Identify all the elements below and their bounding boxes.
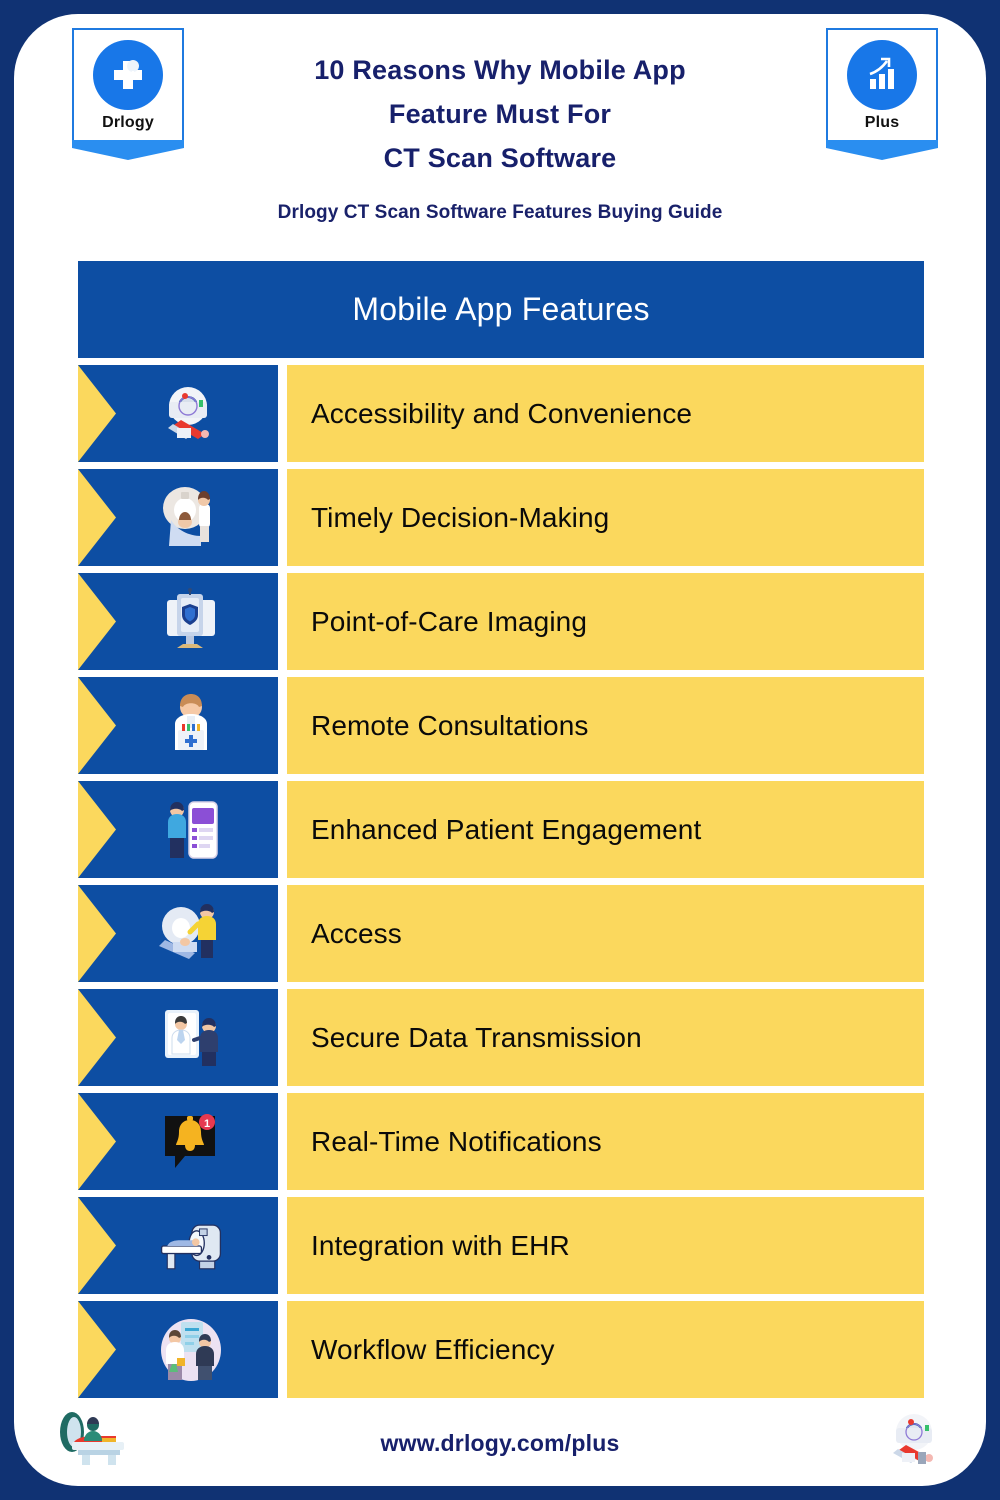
row-label: Point-of-Care Imaging [311,605,588,637]
footer-url[interactable]: www.drlogy.com/plus [381,1430,620,1457]
ct-scanner-technician-icon [154,481,228,555]
chevron-right-icon [78,1197,116,1294]
badge-body: Drlogy [72,28,184,140]
row-icon-cell [78,781,278,878]
row-label: Access [311,917,402,949]
medical-cross-stethoscope-icon [93,40,163,110]
row-icon-cell [78,469,278,566]
row-label-cell: Real-Time Notifications [287,1093,924,1190]
row-icon-cell [78,989,278,1086]
table-row[interactable]: Enhanced Patient Engagement [78,781,924,878]
row-icon-cell: 1 [78,1093,278,1190]
row-icon-cell [78,1197,278,1294]
row-icon-cell [78,677,278,774]
row-icon-cell [78,885,278,982]
brand-badge-drlogy: Drlogy [72,28,184,166]
brand-badge-plus: Plus [826,28,938,166]
chevron-right-icon [78,781,116,878]
telemedicine-screen-icon [154,1001,228,1075]
chevron-right-icon [78,677,116,774]
mri-machine-patient-icon [154,1209,228,1283]
svg-text:1: 1 [204,1118,210,1130]
row-label-cell: Enhanced Patient Engagement [287,781,924,878]
row-icon-cell [78,1301,278,1398]
badge-label-plus: Plus [864,114,900,131]
row-label-cell: Remote Consultations [287,677,924,774]
row-label: Remote Consultations [311,709,589,741]
row-label-cell: Integration with EHR [287,1197,924,1294]
ct-scan-patient-table-icon [56,1408,146,1468]
badge-body: Plus [826,28,938,140]
table-row[interactable]: Timely Decision-Making [78,469,924,566]
row-label: Real-Time Notifications [311,1125,602,1157]
row-label-cell: Point-of-Care Imaging [287,573,924,670]
page-subtitle: Drlogy CT Scan Software Features Buying … [277,202,723,223]
features-table: Mobile App Features Accessibility and Co… [14,261,986,1398]
chevron-right-icon [78,885,116,982]
chevron-right-icon [78,1093,116,1190]
table-header: Mobile App Features [78,261,924,358]
row-label-cell: Timely Decision-Making [287,469,924,566]
chevron-right-icon [78,573,116,670]
table-row[interactable]: 1 Real-Time Notifications [78,1093,924,1190]
row-label: Timely Decision-Making [311,501,610,533]
row-label: Workflow Efficiency [311,1333,555,1365]
chevron-right-icon [78,365,116,462]
mobile-app-patient-icon [154,793,228,867]
badge-ribbon [826,140,938,166]
table-row[interactable]: Remote Consultations [78,677,924,774]
row-label: Enhanced Patient Engagement [311,813,702,845]
header: Drlogy Plus 10 Reasons Why Mobile App Fe… [14,14,986,244]
doctor-medical-kit-icon [154,689,228,763]
infographic-card: Drlogy Plus 10 Reasons Why Mobile App Fe… [14,14,986,1486]
infographic-page: Drlogy Plus 10 Reasons Why Mobile App Fe… [0,0,1000,1500]
chevron-right-icon [78,469,116,566]
row-label-cell: Accessibility and Convenience [287,365,924,462]
ct-scanner-isometric-icon [870,1408,954,1470]
table-row[interactable]: Point-of-Care Imaging [78,573,924,670]
row-label-cell: Secure Data Transmission [287,989,924,1086]
ct-scanner-nurse-icon [154,897,228,971]
row-icon-cell [78,365,278,462]
ct-scanner-patient-icon [154,377,228,451]
badge-ribbon [72,140,184,166]
table-row[interactable]: Workflow Efficiency [78,1301,924,1398]
growth-bar-chart-arrow-icon [847,40,917,110]
chevron-right-icon [78,1301,116,1398]
row-label: Secure Data Transmission [311,1021,642,1053]
table-header-label: Mobile App Features [352,291,650,327]
clinic-workflow-staff-icon [154,1313,228,1387]
row-label: Accessibility and Convenience [311,397,693,429]
table-row[interactable]: Integration with EHR [78,1197,924,1294]
table-row[interactable]: Secure Data Transmission [78,989,924,1086]
badge-label-drlogy: Drlogy [102,114,154,131]
row-icon-cell [78,573,278,670]
chevron-right-icon [78,989,116,1086]
row-label-cell: Workflow Efficiency [287,1301,924,1398]
table-row[interactable]: Access [78,885,924,982]
monitor-secure-scan-icon [154,585,228,659]
row-label: Integration with EHR [311,1229,570,1261]
footer: www.drlogy.com/plus [14,1400,986,1486]
row-label-cell: Access [287,885,924,982]
table-row[interactable]: Accessibility and Convenience [78,365,924,462]
bell-notification-badge-icon: 1 [154,1105,228,1179]
